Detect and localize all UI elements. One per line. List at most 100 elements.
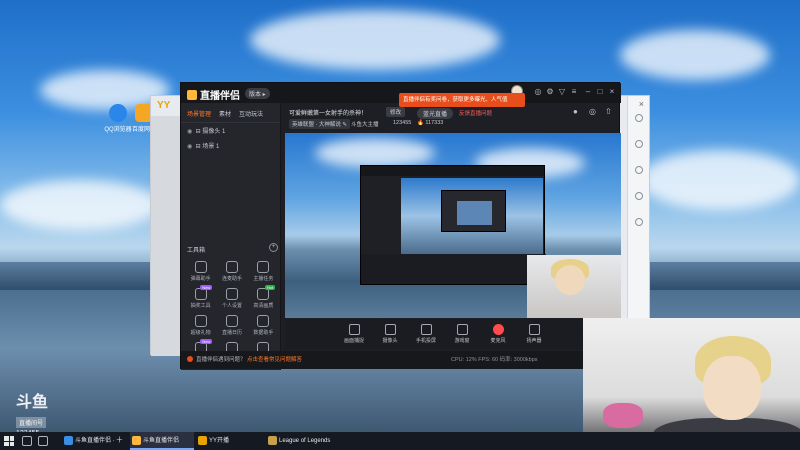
tool-item[interactable]: 直播日历 bbox=[216, 315, 247, 336]
eye-icon[interactable]: ◉ bbox=[187, 128, 194, 135]
scene-item[interactable]: ◉ ⊟ 摄像头 1 bbox=[181, 123, 280, 138]
taskbar-app[interactable]: YY开播 bbox=[196, 432, 262, 450]
share-icon[interactable]: ⇧ bbox=[605, 107, 612, 116]
tab-materials[interactable]: 素材 bbox=[219, 109, 231, 118]
nested-window-preview bbox=[457, 201, 492, 225]
yy-close-button[interactable]: × bbox=[639, 99, 644, 109]
maximize-button[interactable]: □ bbox=[595, 87, 605, 96]
close-button[interactable]: × bbox=[607, 87, 617, 96]
taskbar-app-label: League of Legends bbox=[279, 438, 331, 444]
yy-tool-icon[interactable] bbox=[634, 218, 643, 226]
toolbar-label: 游戏窗 bbox=[454, 338, 470, 344]
tool-label: 个人设置 bbox=[221, 303, 242, 309]
stream-title: 可爱鲜嫩第一女射手的杀神！ bbox=[289, 111, 368, 117]
tool-item[interactable]: 弹幕助手 bbox=[185, 261, 216, 282]
bottom-toolbar: 画面捕捉 摄像头 手机投屏 游戏窗 麦克风 扬声器 bbox=[285, 319, 621, 349]
toolbar-label: 摄像头 bbox=[382, 338, 398, 344]
tab-scenes[interactable]: 场景管理 bbox=[187, 109, 211, 118]
quality-selector[interactable]: 蓝光直播 bbox=[417, 108, 454, 119]
menu-icon[interactable]: ≡ bbox=[569, 87, 579, 96]
toolbar-icon bbox=[420, 324, 432, 335]
yy-sidebar bbox=[151, 116, 181, 356]
toolbar-label: 扬声器 bbox=[526, 338, 542, 344]
douyu-logo: 斗鱼 bbox=[16, 394, 49, 411]
tab-interactive[interactable]: 互动玩法 bbox=[239, 109, 263, 118]
cloud bbox=[250, 10, 500, 70]
toolbar-button[interactable]: 游戏窗 bbox=[445, 324, 479, 344]
camera-source[interactable] bbox=[527, 255, 621, 318]
help-link[interactable]: 点击查看常见问题解答 bbox=[247, 357, 302, 363]
category-badge[interactable]: 英雄联盟 · 大神解说 ✎ bbox=[289, 119, 351, 129]
scene-item[interactable]: ◉ ⊟ 场景 1 bbox=[181, 138, 280, 153]
taskbar-app[interactable]: 斗鱼直播伴侣 · 十周... bbox=[62, 432, 126, 450]
tool-label: 数据助手 bbox=[253, 330, 274, 336]
tool-icon bbox=[225, 261, 238, 273]
toolbox-add-button[interactable]: + bbox=[269, 243, 278, 252]
app-icon bbox=[268, 436, 277, 445]
edit-title-button[interactable]: 修改 bbox=[386, 107, 406, 117]
yy-tool-icon[interactable] bbox=[634, 114, 643, 122]
toolbar-label: 画面捕捉 bbox=[343, 338, 364, 344]
performance-stats: CPU: 12% FPS: 60 码率: 3000kbps bbox=[451, 357, 538, 363]
tool-item[interactable]: 数据助手 bbox=[248, 315, 279, 336]
nested-titlebar bbox=[361, 166, 544, 176]
tool-icon bbox=[225, 288, 238, 300]
tool-label: 高清画质 bbox=[253, 303, 274, 309]
toolbox-grid: 弹幕助手 连麦助手 主播任务 New 抽奖工具 个人设置 Hot 高清画质超级礼物 直播日历 数据… bbox=[185, 261, 279, 363]
toolbar-button[interactable]: 摄像头 bbox=[373, 324, 407, 344]
tool-label: 直播日历 bbox=[221, 330, 242, 336]
tool-item[interactable]: 主播任务 bbox=[248, 261, 279, 282]
cloud bbox=[640, 150, 800, 210]
tool-tag-badge: New bbox=[200, 339, 213, 344]
stream-preview[interactable] bbox=[285, 133, 621, 318]
yy-tool-icon[interactable] bbox=[634, 166, 643, 174]
yy-tool-icon[interactable] bbox=[634, 192, 643, 200]
tool-tag-badge: New bbox=[200, 285, 213, 290]
tool-item[interactable]: New 抽奖工具 bbox=[185, 285, 216, 309]
status-icon[interactable]: ● bbox=[573, 107, 578, 116]
yy-right-toolbar bbox=[627, 96, 649, 356]
background-decoration bbox=[603, 403, 643, 428]
task-view-icon[interactable] bbox=[38, 436, 48, 446]
live-companion-window: 直播伴侣 版本 ▸ ◎ ⚙ ▽ ≡ – □ × 直播伴侣有奖问卷，获取更多曝光、… bbox=[180, 82, 621, 370]
scene-label: ⊟ 场景 1 bbox=[195, 144, 220, 150]
toolbar-button[interactable]: 手机投屏 bbox=[409, 324, 443, 344]
scene-label: ⊟ 摄像头 1 bbox=[195, 129, 226, 135]
settings-icon[interactable]: ⚙ bbox=[545, 87, 555, 96]
taskbar-app[interactable]: League of Legends bbox=[266, 432, 356, 450]
tool-item[interactable]: Hot 高清画质 bbox=[248, 285, 279, 309]
minimize-button[interactable]: – bbox=[583, 87, 593, 96]
tool-tag-badge: Hot bbox=[264, 285, 275, 290]
settings-icon[interactable]: ◎ bbox=[589, 107, 596, 116]
taskbar-app[interactable]: 斗鱼直播伴侣 bbox=[130, 432, 194, 450]
toolbar-icon bbox=[384, 324, 396, 335]
record-icon[interactable]: ◎ bbox=[533, 87, 543, 96]
search-icon[interactable] bbox=[22, 436, 32, 446]
eye-icon[interactable]: ◉ bbox=[187, 143, 194, 150]
toolbar-label: 手机投屏 bbox=[415, 338, 436, 344]
toolbar-button[interactable]: 扬声器 bbox=[517, 324, 551, 344]
cloud bbox=[620, 30, 770, 80]
app-title: 直播伴侣 bbox=[200, 91, 240, 102]
tool-item[interactable]: 连麦助手 bbox=[216, 261, 247, 282]
status-message: 直播伴侣遇到问题？ bbox=[196, 357, 246, 363]
tool-item[interactable]: 超级礼物 bbox=[185, 315, 216, 336]
tool-label: 抽奖工具 bbox=[190, 303, 211, 309]
windows-start-icon[interactable] bbox=[4, 436, 14, 446]
version-badge[interactable]: 版本 ▸ bbox=[245, 88, 270, 99]
yy-tool-icon[interactable] bbox=[634, 140, 643, 148]
promo-banner[interactable]: 直播伴侣有奖问卷，获取更多曝光、人气值 bbox=[399, 93, 525, 107]
webcam-subject-face bbox=[703, 356, 761, 420]
tool-icon bbox=[257, 315, 270, 327]
toolbar-button[interactable]: 画面捕捉 bbox=[337, 324, 371, 344]
tool-icon bbox=[225, 315, 238, 327]
nested-window bbox=[441, 190, 506, 232]
toolbar-icon bbox=[492, 324, 504, 335]
tool-item[interactable]: 个人设置 bbox=[216, 288, 247, 309]
toolbar-button[interactable]: 麦克风 bbox=[481, 324, 515, 344]
webcam-overlay bbox=[583, 318, 800, 450]
skin-icon[interactable]: ▽ bbox=[557, 87, 567, 96]
feedback-link[interactable]: 反馈直播问题 bbox=[459, 109, 492, 117]
taskbar-app-label: 斗鱼直播伴侣 bbox=[143, 438, 180, 444]
taskbar: 斗鱼直播伴侣 · 十周... 斗鱼直播伴侣 YY开播 League of Legend… bbox=[0, 432, 800, 450]
